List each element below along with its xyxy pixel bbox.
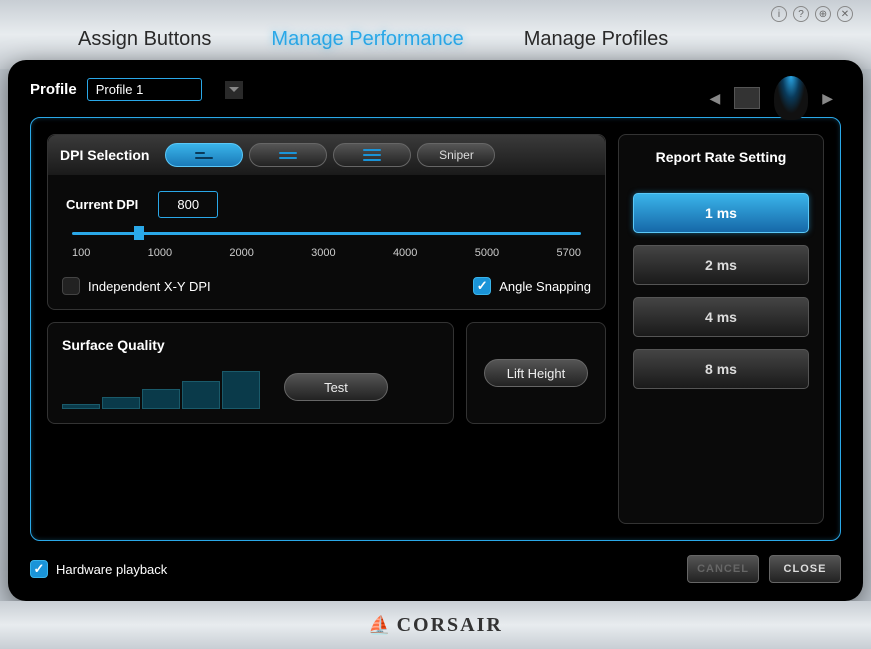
current-dpi-input[interactable]: 800 xyxy=(158,191,218,218)
profile-select[interactable]: Profile 1 xyxy=(87,78,202,101)
hardware-playback-label: Hardware playback xyxy=(56,562,167,577)
chevron-down-icon[interactable] xyxy=(225,81,243,99)
dpi-selection-box: DPI Selection Sniper Current DPI 800 100… xyxy=(47,134,606,310)
dpi-selection-title: DPI Selection xyxy=(60,147,149,163)
surface-quality-title: Surface Quality xyxy=(62,337,439,353)
tab-assign-buttons[interactable]: Assign Buttons xyxy=(78,28,211,51)
dpi-stage-3[interactable] xyxy=(333,143,411,167)
report-rate-title: Report Rate Setting xyxy=(633,149,809,165)
rate-1ms[interactable]: 1 ms xyxy=(633,193,809,233)
device-thumb-mouse[interactable] xyxy=(774,76,808,120)
angle-snapping-label: Angle Snapping xyxy=(499,279,591,294)
test-button[interactable]: Test xyxy=(284,373,388,401)
dpi-tick: 1000 xyxy=(148,247,172,259)
hardware-playback-checkbox[interactable] xyxy=(30,560,48,578)
dpi-tick: 3000 xyxy=(311,247,335,259)
help-icon[interactable]: ? xyxy=(793,6,809,22)
current-dpi-label: Current DPI xyxy=(66,197,138,212)
dpi-tick: 5000 xyxy=(475,247,499,259)
dpi-tick: 100 xyxy=(72,247,90,259)
dpi-slider[interactable]: 100 1000 2000 3000 4000 5000 5700 xyxy=(72,232,581,259)
info-icon[interactable]: i xyxy=(771,6,787,22)
dpi-stage-1[interactable] xyxy=(165,143,243,167)
prev-device-arrow[interactable]: ◀ xyxy=(709,90,720,107)
surface-quality-box: Surface Quality Test xyxy=(47,322,454,424)
device-thumb-keyboard[interactable] xyxy=(734,87,760,109)
brand-footer: ⛵ CORSAIR xyxy=(0,601,871,649)
close-button[interactable]: CLOSE xyxy=(769,555,841,583)
dpi-tick: 2000 xyxy=(229,247,253,259)
close-window-icon[interactable]: ✕ xyxy=(837,6,853,22)
tab-manage-profiles[interactable]: Manage Profiles xyxy=(524,28,669,51)
rate-2ms[interactable]: 2 ms xyxy=(633,245,809,285)
next-device-arrow[interactable]: ▶ xyxy=(822,90,833,107)
independent-xy-label: Independent X-Y DPI xyxy=(88,279,211,294)
profile-selected-value: Profile 1 xyxy=(96,82,144,97)
tab-manage-performance[interactable]: Manage Performance xyxy=(271,28,463,51)
globe-icon[interactable]: ⊕ xyxy=(815,6,831,22)
main-tabs: Assign Buttons Manage Performance Manage… xyxy=(0,0,871,69)
dpi-tick: 4000 xyxy=(393,247,417,259)
report-rate-box: Report Rate Setting 1 ms 2 ms 4 ms 8 ms xyxy=(618,134,824,524)
profile-label: Profile xyxy=(30,81,77,98)
brand-name: CORSAIR xyxy=(397,614,503,637)
rate-4ms[interactable]: 4 ms xyxy=(633,297,809,337)
rate-8ms[interactable]: 8 ms xyxy=(633,349,809,389)
sniper-button[interactable]: Sniper xyxy=(417,143,495,167)
lift-height-button[interactable]: Lift Height xyxy=(484,359,588,387)
performance-modal: Profile Profile 1 ◀ ▶ DPI Selection Snip… xyxy=(8,60,863,601)
dpi-tick: 5700 xyxy=(556,247,580,259)
lift-height-box: Lift Height xyxy=(466,322,606,424)
cancel-button[interactable]: CANCEL xyxy=(687,555,759,583)
dpi-stage-2[interactable] xyxy=(249,143,327,167)
independent-xy-checkbox[interactable] xyxy=(62,277,80,295)
dpi-slider-thumb[interactable] xyxy=(134,226,144,240)
angle-snapping-checkbox[interactable] xyxy=(473,277,491,295)
corsair-logo-icon: ⛵ xyxy=(368,615,390,636)
surface-quality-meter xyxy=(62,371,260,409)
